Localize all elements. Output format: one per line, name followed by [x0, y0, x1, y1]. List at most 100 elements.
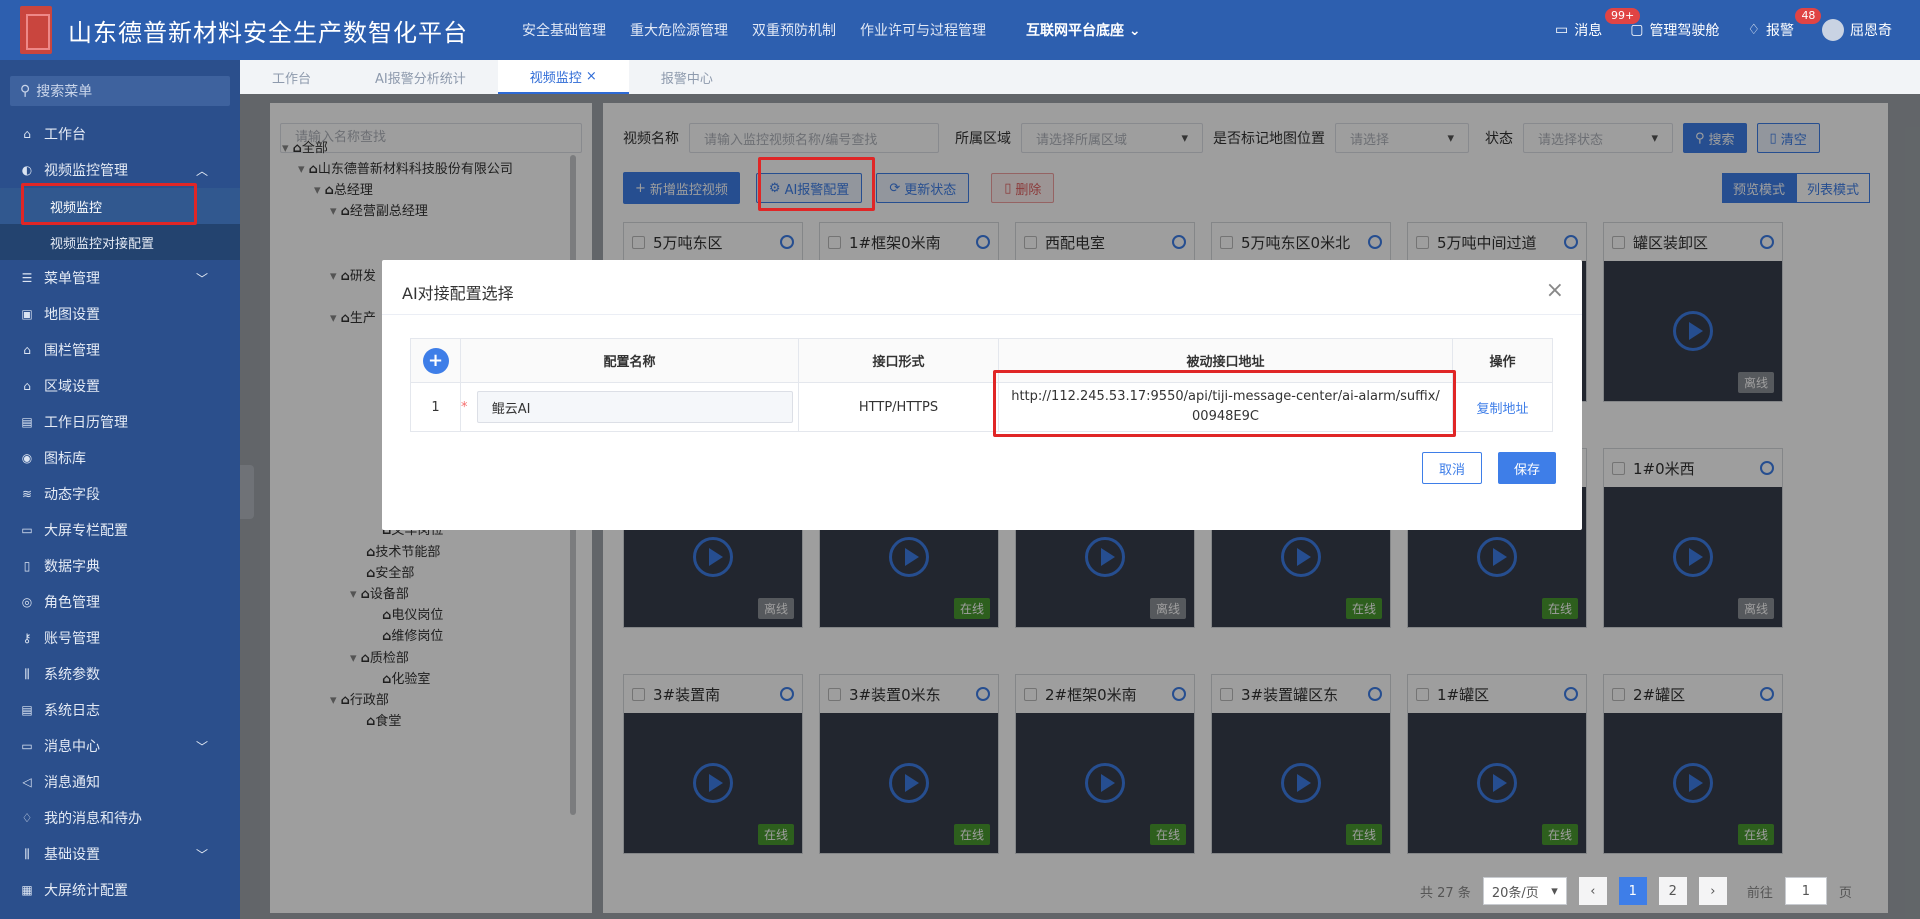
- tab-ai-alarm-stats[interactable]: AI报警分析统计: [343, 60, 498, 94]
- sidebar-item[interactable]: ▤ 系统日志: [0, 692, 240, 728]
- sidebar-item-label: 账号管理: [44, 631, 100, 647]
- video-icon: ◐: [21, 163, 33, 177]
- avatar: [1822, 19, 1844, 41]
- nav-dual-prevention[interactable]: 双重预防机制: [752, 20, 836, 40]
- speaker-icon: ◁: [22, 775, 32, 789]
- sidebar-item[interactable]: ▦ 大屏统计配置: [0, 872, 240, 908]
- sidebar-subitem[interactable]: 视频监控对接配置: [0, 224, 240, 260]
- fence-icon: ⌂: [23, 343, 31, 357]
- chevron-down-icon: ﹀: [195, 847, 208, 862]
- sidebar-item-label: 视频监控对接配置: [50, 236, 155, 252]
- tab-alarm-center[interactable]: 报警中心: [629, 60, 745, 94]
- chevron-up-icon: ︿: [195, 163, 208, 178]
- total-count: 共 27 条: [1420, 885, 1471, 901]
- palette-icon: ◉: [21, 451, 33, 465]
- params-icon: ⫼: [24, 666, 30, 681]
- action-cell: 复制地址: [1452, 382, 1553, 432]
- sidebar-item[interactable]: ⌂ 围栏管理: [0, 332, 240, 368]
- next-page-button[interactable]: ›: [1698, 877, 1727, 905]
- highlight-box-sidebar: [21, 183, 197, 225]
- nav-safety-basics[interactable]: 安全基础管理: [522, 20, 606, 40]
- tab-label: 工作台: [272, 71, 312, 87]
- sidebar-item-label: 角色管理: [44, 595, 100, 611]
- sidebar-item-label: 大屏专栏配置: [44, 523, 128, 539]
- alarm-label: 报警: [1766, 23, 1794, 39]
- sidebar-item[interactable]: ▯ 数据字典: [0, 548, 240, 584]
- sidebar-item-label: 消息通知: [44, 775, 100, 791]
- close-icon[interactable]: ×: [586, 69, 597, 84]
- home-icon: ⌂: [23, 127, 31, 141]
- chat-icon: ▭: [21, 739, 33, 753]
- sidebar-item[interactable]: ☰ 菜单管理 ﹀: [0, 260, 240, 296]
- sidebar-item[interactable]: ⫼ 系统参数: [0, 656, 240, 692]
- cancel-button[interactable]: 取消: [1421, 452, 1482, 484]
- dialog-buttons: 取消 保存: [1421, 452, 1556, 484]
- sidebar-item[interactable]: ▣ 地图设置: [0, 296, 240, 332]
- role-icon: ◎: [21, 595, 33, 609]
- page-1-button[interactable]: 1: [1618, 877, 1647, 905]
- cockpit-label: 管理驾驶舱: [1649, 23, 1720, 39]
- sidebar-item[interactable]: ◉ 图标库: [0, 440, 240, 476]
- column-header: 操作: [1452, 338, 1553, 383]
- page-2-button[interactable]: 2: [1658, 877, 1687, 905]
- nav-major-hazards[interactable]: 重大危险源管理: [630, 20, 728, 40]
- tab-label: 视频监控: [529, 70, 582, 86]
- top-header: 山东德普新材料安全生产数智化平台 安全基础管理 重大危险源管理 双重预防机制 作…: [0, 0, 1920, 60]
- page-size-select[interactable]: 20条/页 ▾: [1482, 877, 1567, 905]
- sidebar-item[interactable]: ▭ 消息中心 ﹀: [0, 728, 240, 764]
- tab-video-monitoring[interactable]: 视频监控 ×: [497, 60, 629, 94]
- row-index: 1: [410, 382, 461, 432]
- sidebar-item[interactable]: ⚷ 账号管理: [0, 620, 240, 656]
- sidebar-item-label: 工作台: [44, 127, 86, 143]
- sidebar-item[interactable]: ◎ 角色管理: [0, 584, 240, 620]
- column-header: 配置名称: [460, 338, 799, 383]
- sidebar-item[interactable]: ♢ 我的消息和待办: [0, 800, 240, 836]
- close-icon[interactable]: ×: [1546, 278, 1564, 303]
- goto-page-input[interactable]: 1: [1784, 877, 1827, 905]
- copy-address-link[interactable]: 复制地址: [1476, 402, 1528, 417]
- cockpit-button[interactable]: ▢ 管理驾驶舱: [1630, 20, 1719, 40]
- nav-work-permit[interactable]: 作业许可与过程管理: [860, 20, 986, 40]
- sidebar-item[interactable]: ≋ 动态字段: [0, 476, 240, 512]
- messages-label: 消息: [1574, 23, 1603, 39]
- area-icon: ⌂: [23, 379, 31, 393]
- pagination: 共 27 条 20条/页 ▾ ‹ 1 2 › 前往 1 页: [1420, 877, 1852, 905]
- user-name: 屈恩奇: [1850, 23, 1892, 39]
- chevron-down-icon: ﹀: [195, 271, 208, 286]
- prev-page-button[interactable]: ‹: [1578, 877, 1607, 905]
- tab-workbench[interactable]: 工作台: [240, 60, 343, 94]
- sidebar-item-label: 我的消息和待办: [44, 811, 142, 827]
- save-button[interactable]: 保存: [1497, 452, 1556, 484]
- sidebar-item-label: 大屏统计配置: [44, 883, 128, 899]
- messages-button[interactable]: ▭ 消息 99+: [1555, 8, 1641, 40]
- config-name-cell: * 鲲云AI: [460, 382, 799, 432]
- page-size-label: 20条/页: [1491, 885, 1539, 901]
- sidebar-item-label: 菜单管理: [44, 271, 100, 287]
- menu-search-input[interactable]: ⚲ 搜索菜单: [10, 76, 230, 106]
- sidebar-item-label: 工作日历管理: [44, 415, 128, 431]
- add-row-button[interactable]: +: [422, 347, 449, 374]
- required-mark: *: [461, 399, 468, 415]
- map-icon: ▣: [21, 307, 33, 321]
- sidebar-item[interactable]: ▭ 大屏专栏配置: [0, 512, 240, 548]
- sidebar-item[interactable]: ◁ 消息通知: [0, 764, 240, 800]
- nav-platform-base[interactable]: 互联网平台底座 ⌄: [1026, 20, 1141, 40]
- user-menu[interactable]: 屈恩奇: [1822, 19, 1892, 41]
- menu-icon: ☰: [21, 271, 33, 285]
- alarm-button[interactable]: ♢ 报警 48: [1747, 8, 1822, 40]
- sidebar-item[interactable]: ⌂ 工作台: [0, 116, 240, 152]
- sidebar-item[interactable]: ⌂ 区域设置: [0, 368, 240, 404]
- search-icon: ⚲: [20, 83, 31, 99]
- calendar-icon: ▤: [21, 415, 33, 429]
- key-icon: ⚷: [22, 631, 32, 645]
- sidebar-item[interactable]: ⫼ 基础设置 ﹀: [0, 836, 240, 872]
- tab-bar: 工作台 AI报警分析统计 视频监控 × 报警中心: [240, 60, 1920, 94]
- dialog-divider: [382, 314, 1582, 315]
- config-name-input[interactable]: 鲲云AI: [476, 391, 793, 423]
- log-icon: ▤: [21, 703, 33, 717]
- sidebar-item-label: 消息中心: [44, 739, 100, 755]
- chevron-down-icon: ⌄: [1128, 23, 1141, 39]
- monitor-icon: ▢: [1630, 22, 1644, 38]
- sidebar-item[interactable]: ▤ 工作日历管理: [0, 404, 240, 440]
- sidebar-item-label: 地图设置: [44, 307, 100, 323]
